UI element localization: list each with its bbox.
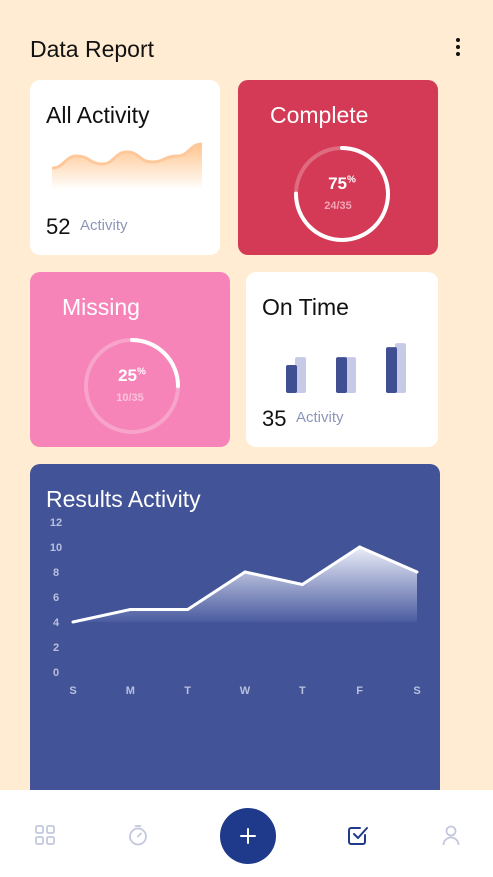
x-tick-label: W	[240, 685, 251, 697]
activity-count: 52	[46, 214, 71, 239]
complete-card[interactable]: Complete 75% 24/35	[238, 80, 438, 255]
profile-icon[interactable]	[440, 824, 462, 846]
page-title: Data Report	[30, 36, 155, 62]
x-tick-label: T	[299, 685, 306, 697]
card-title: Missing	[62, 294, 140, 320]
activity-sparkline	[51, 142, 203, 190]
complete-fraction: 24/35	[324, 200, 352, 212]
add-button[interactable]	[220, 808, 276, 864]
on-time-count-label: Activity	[296, 409, 344, 426]
on-time-count: 35	[262, 406, 287, 431]
missing-fraction: 10/35	[116, 392, 144, 404]
data-point	[186, 608, 190, 611]
x-tick-label: S	[413, 685, 420, 697]
header: Data Report	[30, 36, 463, 66]
missing-percent: 25%	[118, 366, 146, 385]
y-tick-label: 10	[50, 542, 62, 554]
bottom-nav	[0, 790, 493, 877]
results-activity-card: Results Activity 12 10 8 6 4 2 0 S M T W T F S	[30, 464, 440, 804]
data-point	[71, 620, 75, 624]
activity-count-label: Activity	[80, 217, 128, 234]
card-title: Complete	[270, 102, 369, 128]
x-tick-label: F	[356, 685, 363, 697]
bar-dark	[286, 365, 297, 393]
y-tick-label: 6	[53, 592, 59, 604]
chart-title: Results Activity	[46, 486, 201, 512]
all-activity-card[interactable]: All Activity 52 Activity	[30, 80, 220, 255]
data-point	[415, 570, 419, 574]
missing-card[interactable]: Missing 25% 10/35	[30, 272, 230, 447]
missing-progress-ring	[84, 338, 180, 434]
y-tick-label: 4	[53, 617, 60, 629]
y-tick-label: 2	[53, 642, 59, 654]
results-area-chart: 121086420S M T W T F S	[50, 517, 421, 697]
complete-progress-ring	[294, 146, 390, 242]
data-point	[358, 545, 362, 549]
data-point	[300, 583, 304, 586]
data-point	[128, 608, 132, 611]
x-tick-label: S	[69, 685, 76, 697]
checkbox-icon[interactable]	[347, 824, 369, 846]
on-time-card[interactable]: On Time 35 Activity	[246, 272, 438, 447]
x-tick-label: T	[184, 685, 191, 697]
timer-icon[interactable]	[127, 824, 149, 846]
bar-dark	[336, 357, 347, 393]
y-tick-label: 0	[53, 667, 59, 679]
y-tick-label: 8	[53, 567, 59, 579]
card-title: On Time	[262, 294, 349, 320]
grid-icon[interactable]	[34, 824, 56, 846]
x-tick-label: M	[126, 685, 135, 697]
bar-dark	[386, 347, 397, 393]
more-vertical-icon[interactable]	[453, 38, 463, 62]
y-tick-label: 12	[50, 517, 62, 529]
complete-percent: 75%	[328, 174, 356, 193]
card-title: All Activity	[46, 102, 150, 128]
data-point	[243, 570, 247, 574]
on-time-bar-chart	[286, 343, 406, 393]
